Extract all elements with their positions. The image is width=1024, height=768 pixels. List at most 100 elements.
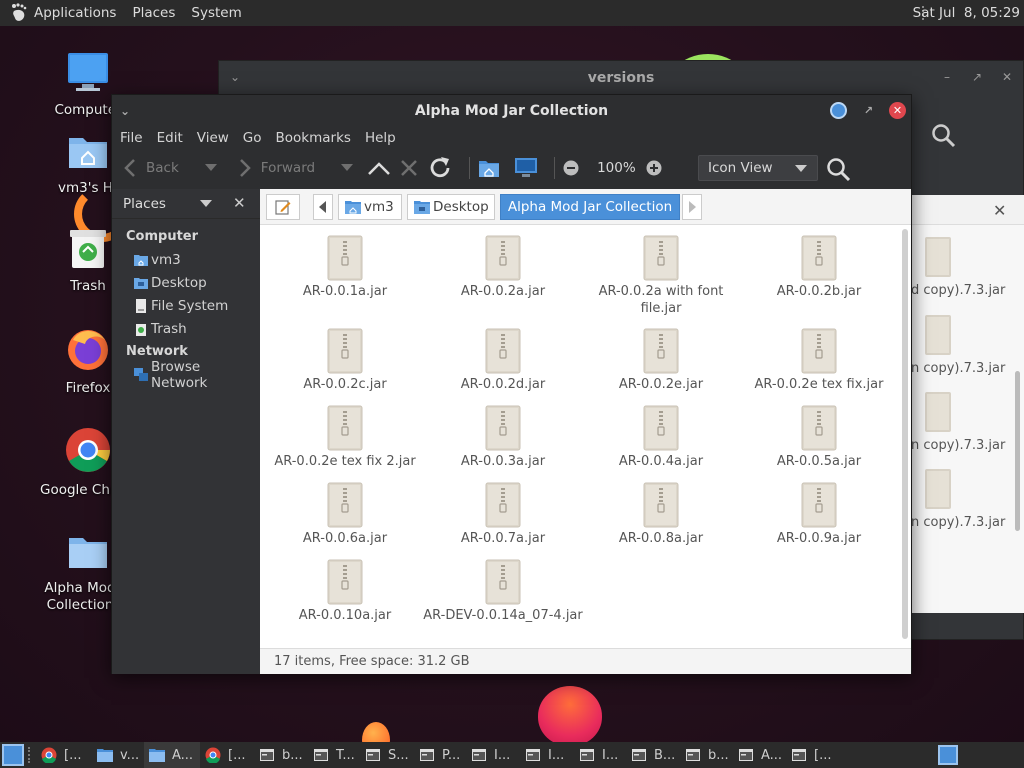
system-menu[interactable]: System bbox=[191, 5, 241, 21]
reload-button[interactable] bbox=[427, 155, 453, 181]
sidebar-header[interactable]: Places ✕ bbox=[112, 189, 260, 219]
taskbar-item[interactable]: I... bbox=[574, 742, 626, 768]
minimize-button[interactable] bbox=[830, 102, 847, 119]
applications-menu[interactable]: Applications bbox=[34, 5, 116, 21]
zoom-out-button[interactable] bbox=[563, 160, 579, 176]
taskbar-item[interactable]: A... bbox=[734, 742, 786, 768]
taskbar-item[interactable]: B... bbox=[626, 742, 680, 768]
file-item[interactable]: AR-0.0.2a with font file.jar bbox=[581, 235, 741, 317]
file-item[interactable]: AR-0.0.1a.jar bbox=[265, 235, 425, 300]
file-item[interactable]: AR-0.0.2c.jar bbox=[265, 328, 425, 393]
close-pane-icon[interactable]: ✕ bbox=[993, 201, 1006, 220]
taskbar-item[interactable]: T... bbox=[308, 742, 360, 768]
taskbar-item[interactable]: A... bbox=[144, 742, 200, 768]
back-history-chevron-icon[interactable] bbox=[204, 164, 217, 172]
breadcrumb-desktop[interactable]: Desktop bbox=[407, 194, 495, 220]
taskbar-item-label: S... bbox=[388, 747, 409, 763]
taskbar-item[interactable]: P... bbox=[414, 742, 466, 768]
back-button[interactable]: Back bbox=[122, 158, 179, 178]
taskbar-item[interactable]: b... bbox=[254, 742, 308, 768]
minimize-icon[interactable]: – bbox=[937, 67, 957, 87]
sidebar-item-browse-network[interactable]: Browse Network bbox=[112, 359, 260, 391]
file-item[interactable]: d copy).7.3.jar bbox=[911, 233, 1024, 303]
window-menu-chevron-icon[interactable]: ⌄ bbox=[120, 95, 130, 127]
file-item[interactable]: AR-DEV-0.0.14a_07-4.jar bbox=[423, 559, 583, 624]
file-item[interactable]: n copy).7.3.jar bbox=[911, 465, 1024, 535]
menu-file[interactable]: File bbox=[120, 130, 143, 146]
file-item[interactable]: AR-0.0.8a.jar bbox=[581, 482, 741, 547]
file-item[interactable]: AR-0.0.2e tex fix 2.jar bbox=[265, 405, 425, 470]
file-item[interactable]: AR-0.0.2e tex fix.jar bbox=[739, 328, 899, 393]
file-item[interactable]: AR-0.0.2e.jar bbox=[581, 328, 741, 393]
taskbar-item[interactable]: [... bbox=[200, 742, 254, 768]
gnome-foot-icon[interactable] bbox=[8, 2, 30, 24]
breadcrumb-scroll-left-button[interactable] bbox=[313, 194, 333, 220]
stop-button[interactable] bbox=[399, 158, 419, 178]
sidebar-header-label: Places bbox=[123, 195, 166, 212]
up-button[interactable] bbox=[367, 160, 391, 176]
file-item[interactable]: AR-0.0.2a.jar bbox=[423, 235, 583, 300]
file-item[interactable]: AR-0.0.10a.jar bbox=[265, 559, 425, 624]
menu-go[interactable]: Go bbox=[243, 130, 262, 146]
file-item[interactable]: n copy).7.3.jar bbox=[911, 311, 1024, 381]
file-item[interactable]: AR-0.0.5a.jar bbox=[739, 405, 899, 470]
menu-help[interactable]: Help bbox=[365, 130, 396, 146]
file-item[interactable]: n copy).7.3.jar bbox=[911, 388, 1024, 458]
file-item[interactable]: AR-0.0.3a.jar bbox=[423, 405, 583, 470]
taskbar-item[interactable]: b... bbox=[680, 742, 734, 768]
view-mode-select[interactable]: Icon View bbox=[698, 155, 818, 181]
zoom-in-button[interactable] bbox=[646, 160, 662, 176]
forward-history-chevron-icon[interactable] bbox=[341, 164, 354, 172]
title-bar[interactable]: ⌄ Alpha Mod Jar Collection ↗ ✕ bbox=[112, 95, 911, 127]
close-icon[interactable]: ✕ bbox=[997, 67, 1017, 87]
taskbar-item[interactable]: S... bbox=[360, 742, 414, 768]
window-menu-chevron-icon[interactable]: ⌄ bbox=[225, 67, 245, 87]
sidebar-item-file-system[interactable]: File System bbox=[112, 294, 260, 317]
search-icon[interactable] bbox=[931, 123, 957, 153]
edit-location-button[interactable] bbox=[266, 194, 300, 220]
scrollbar[interactable] bbox=[902, 229, 908, 639]
taskbar-item[interactable]: [... bbox=[36, 742, 92, 768]
file-item[interactable]: AR-0.0.7a.jar bbox=[423, 482, 583, 547]
file-item[interactable]: AR-0.0.4a.jar bbox=[581, 405, 741, 470]
taskbar-item[interactable]: I... bbox=[520, 742, 574, 768]
places-menu[interactable]: Places bbox=[132, 5, 175, 21]
file-item[interactable]: AR-0.0.2b.jar bbox=[739, 235, 899, 300]
search-icon[interactable] bbox=[826, 157, 852, 187]
jar-file-icon bbox=[801, 482, 837, 528]
close-button[interactable]: ✕ bbox=[889, 102, 906, 119]
taskbar-item[interactable]: v... bbox=[92, 742, 144, 768]
computer-button[interactable] bbox=[514, 157, 538, 179]
breadcrumb-current[interactable]: Alpha Mod Jar Collection bbox=[500, 194, 680, 220]
scrollbar[interactable] bbox=[1015, 371, 1020, 531]
taskbar-grip bbox=[28, 747, 32, 763]
chevron-down-icon[interactable] bbox=[200, 200, 212, 207]
desktop-folder-icon bbox=[134, 276, 148, 290]
breadcrumb-vm3[interactable]: vm3 bbox=[338, 194, 402, 220]
file-manager-window[interactable]: ⌄ Alpha Mod Jar Collection ↗ ✕ File Edit… bbox=[111, 94, 912, 674]
computer-icon bbox=[515, 158, 538, 177]
taskbar-item-label: [... bbox=[814, 747, 832, 763]
forward-button[interactable]: Forward bbox=[237, 158, 315, 178]
file-item[interactable]: AR-0.0.6a.jar bbox=[265, 482, 425, 547]
menu-bookmarks[interactable]: Bookmarks bbox=[276, 130, 351, 146]
show-desktop-button[interactable] bbox=[2, 744, 24, 766]
file-item[interactable]: AR-0.0.2d.jar bbox=[423, 328, 583, 393]
terminal-icon bbox=[684, 746, 702, 764]
maximize-button[interactable]: ↗ bbox=[860, 102, 877, 119]
clock[interactable]: Sat Jul 8, 05:29 bbox=[913, 0, 1020, 26]
menu-view[interactable]: View bbox=[197, 130, 229, 146]
breadcrumb-scroll-right-button[interactable] bbox=[682, 194, 702, 220]
sidebar-item-trash[interactable]: Trash bbox=[112, 317, 260, 340]
file-view[interactable]: AR-0.0.1a.jar AR-0.0.2a.jar AR-0.0.2a with… bbox=[260, 225, 911, 648]
taskbar-item[interactable]: I... bbox=[466, 742, 520, 768]
taskbar-item[interactable]: [... bbox=[786, 742, 836, 768]
sidebar-item-vm3[interactable]: vm3 bbox=[112, 248, 260, 271]
file-item[interactable]: AR-0.0.9a.jar bbox=[739, 482, 899, 547]
workspace-switcher[interactable] bbox=[938, 745, 958, 765]
menu-edit[interactable]: Edit bbox=[157, 130, 183, 146]
close-sidebar-icon[interactable]: ✕ bbox=[233, 194, 246, 212]
maximize-icon[interactable]: ↗ bbox=[967, 67, 987, 87]
home-button[interactable] bbox=[478, 158, 500, 178]
sidebar-item-desktop[interactable]: Desktop bbox=[112, 271, 260, 294]
